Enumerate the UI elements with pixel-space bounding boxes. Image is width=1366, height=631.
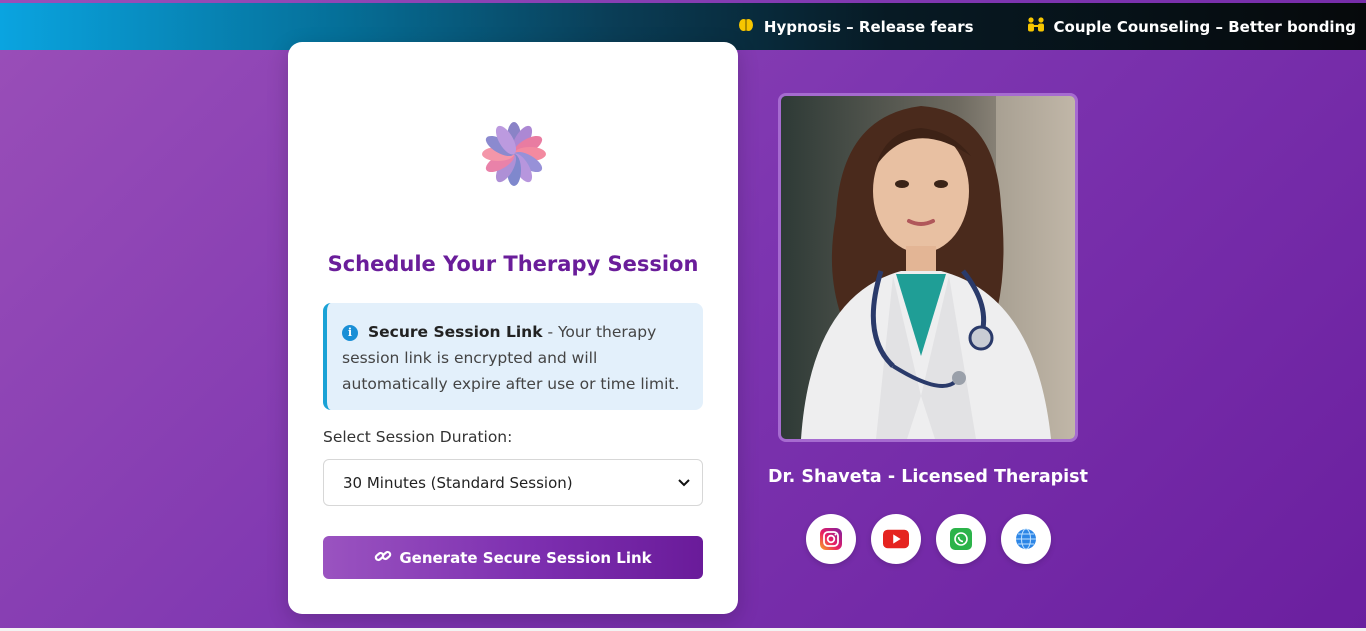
ticker-item-couple[interactable]: Couple Counseling – Better bonding <box>1026 16 1356 37</box>
duration-label: Select Session Duration: <box>323 428 513 446</box>
youtube-button[interactable] <box>871 514 921 564</box>
link-icon <box>374 548 392 568</box>
instagram-button[interactable] <box>806 514 856 564</box>
globe-icon <box>1013 526 1039 552</box>
duration-select[interactable]: 30 Minutes (Standard Session) <box>323 459 703 506</box>
whatsapp-icon <box>948 526 974 552</box>
therapist-name: Dr. Shaveta - Licensed Therapist <box>768 467 1088 487</box>
couple-icon <box>1026 16 1046 37</box>
youtube-icon <box>883 526 909 552</box>
lotus-logo <box>480 120 548 188</box>
session-card: Schedule Your Therapy Session i Secure Se… <box>288 42 738 614</box>
social-links <box>806 514 1051 564</box>
alert-title: Secure Session Link <box>368 323 543 341</box>
website-button[interactable] <box>1001 514 1051 564</box>
therapist-photo <box>778 93 1078 442</box>
chevron-down-icon <box>678 476 690 490</box>
ticker-item-hypnosis[interactable]: Hypnosis – Release fears <box>736 17 974 37</box>
whatsapp-button[interactable] <box>936 514 986 564</box>
ticker-item-label: Hypnosis – Release fears <box>763 17 974 36</box>
instagram-icon <box>818 526 844 552</box>
page-title: Schedule Your Therapy Session <box>327 252 699 276</box>
generate-link-button[interactable]: Generate Secure Session Link <box>323 536 703 579</box>
generate-link-label: Generate Secure Session Link <box>399 548 652 567</box>
secure-session-alert: i Secure Session Link - Your therapy sess… <box>323 303 703 410</box>
ticker-item-label: Couple Counseling – Better bonding <box>1053 17 1356 36</box>
brain-icon <box>736 17 756 37</box>
duration-select-value: 30 Minutes (Standard Session) <box>343 473 573 492</box>
info-icon: i <box>342 325 358 341</box>
